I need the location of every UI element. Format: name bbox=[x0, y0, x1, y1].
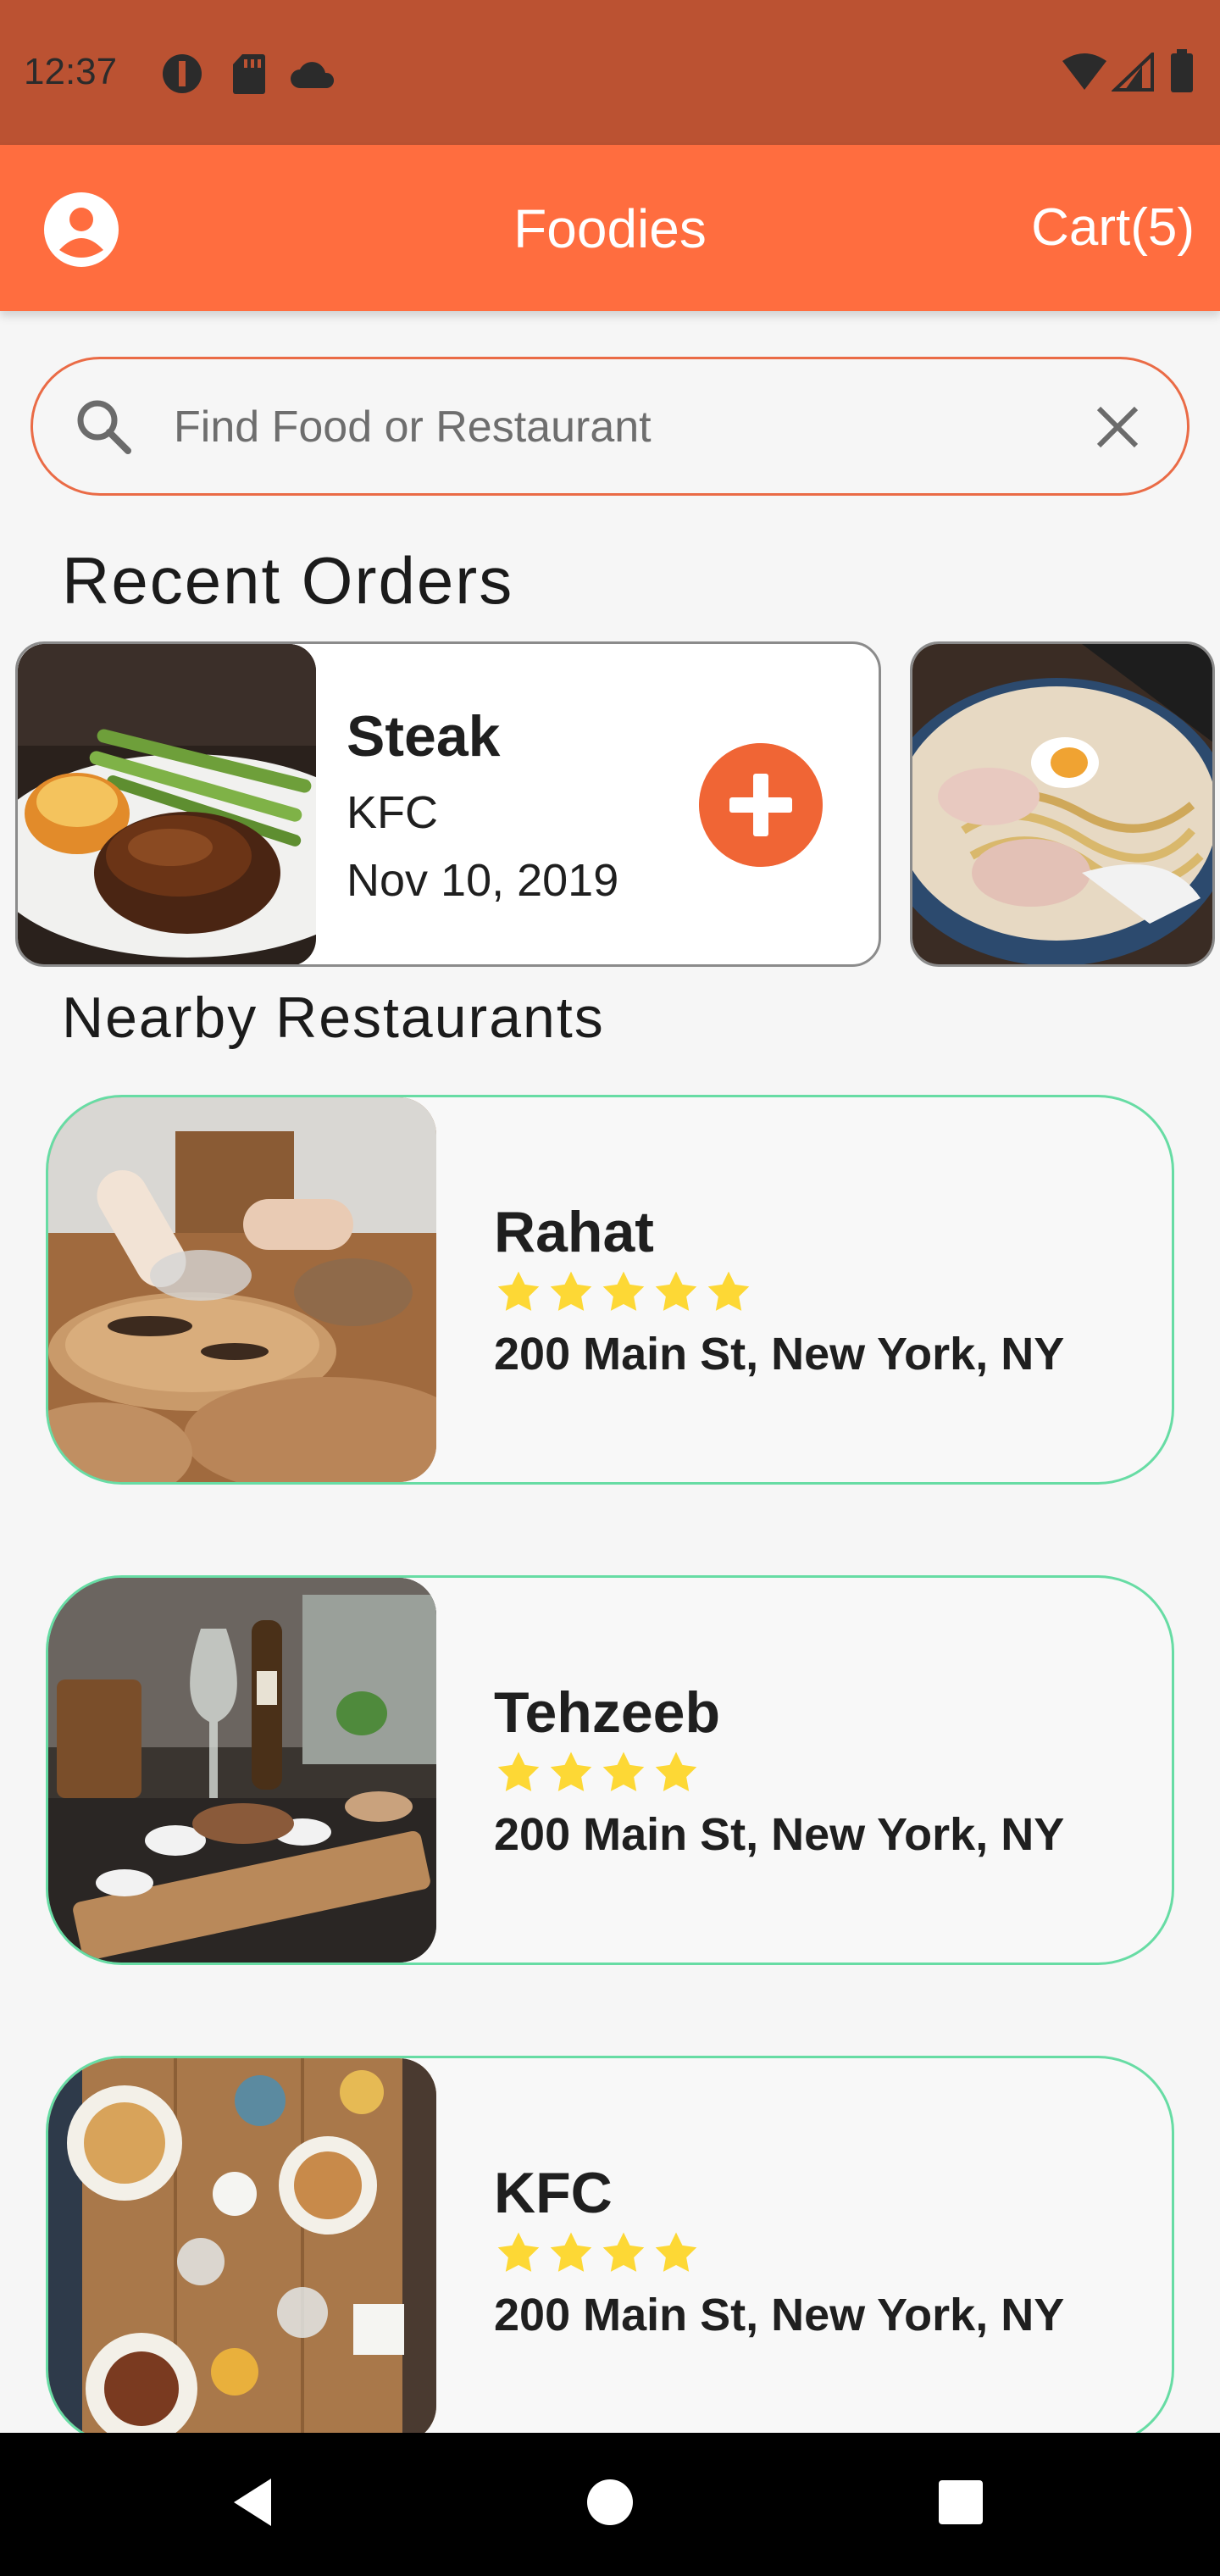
nearby-restaurants-title: Nearby Restaurants bbox=[62, 985, 605, 1050]
recent-order-card[interactable] bbox=[910, 641, 1215, 967]
restaurant-address: 200 Main St, New York, NY bbox=[494, 2290, 1065, 2340]
battery-icon bbox=[1171, 49, 1193, 92]
chef-plating-photo bbox=[48, 1097, 436, 1482]
home-icon[interactable] bbox=[585, 2475, 635, 2529]
cloud-icon bbox=[291, 62, 335, 88]
star-icon bbox=[497, 2232, 540, 2272]
recents-icon[interactable] bbox=[935, 2475, 986, 2529]
order-date: Nov 10, 2019 bbox=[347, 855, 619, 906]
restaurant-card[interactable]: Tehzeeb 200 Main St, New York, NY bbox=[46, 1575, 1174, 1965]
restaurant-address: 200 Main St, New York, NY bbox=[494, 1809, 1065, 1860]
star-icon bbox=[602, 1271, 645, 1311]
star-rating bbox=[494, 2229, 701, 2277]
recent-order-card[interactable]: Steak KFC Nov 10, 2019 bbox=[15, 641, 881, 967]
restaurant-name: Rahat bbox=[494, 1200, 654, 1264]
star-icon bbox=[550, 2232, 592, 2272]
dining-table-overhead-photo bbox=[48, 2058, 436, 2443]
star-icon bbox=[655, 1752, 697, 1791]
status-time: 12:37 bbox=[24, 51, 118, 92]
restaurant-card[interactable]: Rahat 200 Main St, New York, NY bbox=[46, 1095, 1174, 1485]
notification-icon bbox=[163, 54, 202, 93]
search-bar bbox=[30, 357, 1190, 496]
restaurant-name: Tehzeeb bbox=[494, 1680, 721, 1745]
search-input[interactable] bbox=[174, 393, 1089, 461]
navigation-bar bbox=[0, 2433, 1220, 2576]
sd-card-icon bbox=[233, 54, 265, 94]
restaurant-name: KFC bbox=[494, 2161, 613, 2225]
restaurant-card[interactable]: KFC 200 Main St, New York, NY bbox=[46, 2056, 1174, 2446]
star-icon bbox=[707, 1271, 750, 1311]
star-rating bbox=[494, 1269, 753, 1316]
signal-icon bbox=[1112, 53, 1154, 92]
star-icon bbox=[655, 1271, 697, 1311]
star-rating bbox=[494, 1749, 701, 1796]
star-icon bbox=[550, 1271, 592, 1311]
close-icon[interactable] bbox=[1092, 402, 1143, 452]
order-item-name: Steak bbox=[347, 704, 501, 769]
star-icon bbox=[497, 1752, 540, 1791]
ramen-photo bbox=[912, 644, 1212, 964]
star-icon bbox=[655, 2232, 697, 2272]
star-icon bbox=[550, 1752, 592, 1791]
restaurant-address: 200 Main St, New York, NY bbox=[494, 1329, 1065, 1380]
back-icon[interactable] bbox=[229, 2475, 280, 2529]
order-restaurant: KFC bbox=[347, 787, 438, 838]
app-bar: Foodies Cart(5) bbox=[0, 145, 1220, 311]
restaurant-table-photo bbox=[48, 1578, 436, 1963]
cart-button[interactable]: Cart(5) bbox=[1031, 197, 1195, 258]
search-icon[interactable] bbox=[72, 395, 135, 458]
star-icon bbox=[602, 1752, 645, 1791]
add-to-cart-button[interactable] bbox=[699, 743, 823, 867]
steak-photo bbox=[18, 644, 316, 964]
star-icon bbox=[602, 2232, 645, 2272]
recent-orders-title: Recent Orders bbox=[62, 543, 514, 618]
status-bar: 12:37 bbox=[0, 0, 1220, 145]
wifi-icon bbox=[1062, 53, 1106, 90]
star-icon bbox=[497, 1271, 540, 1311]
